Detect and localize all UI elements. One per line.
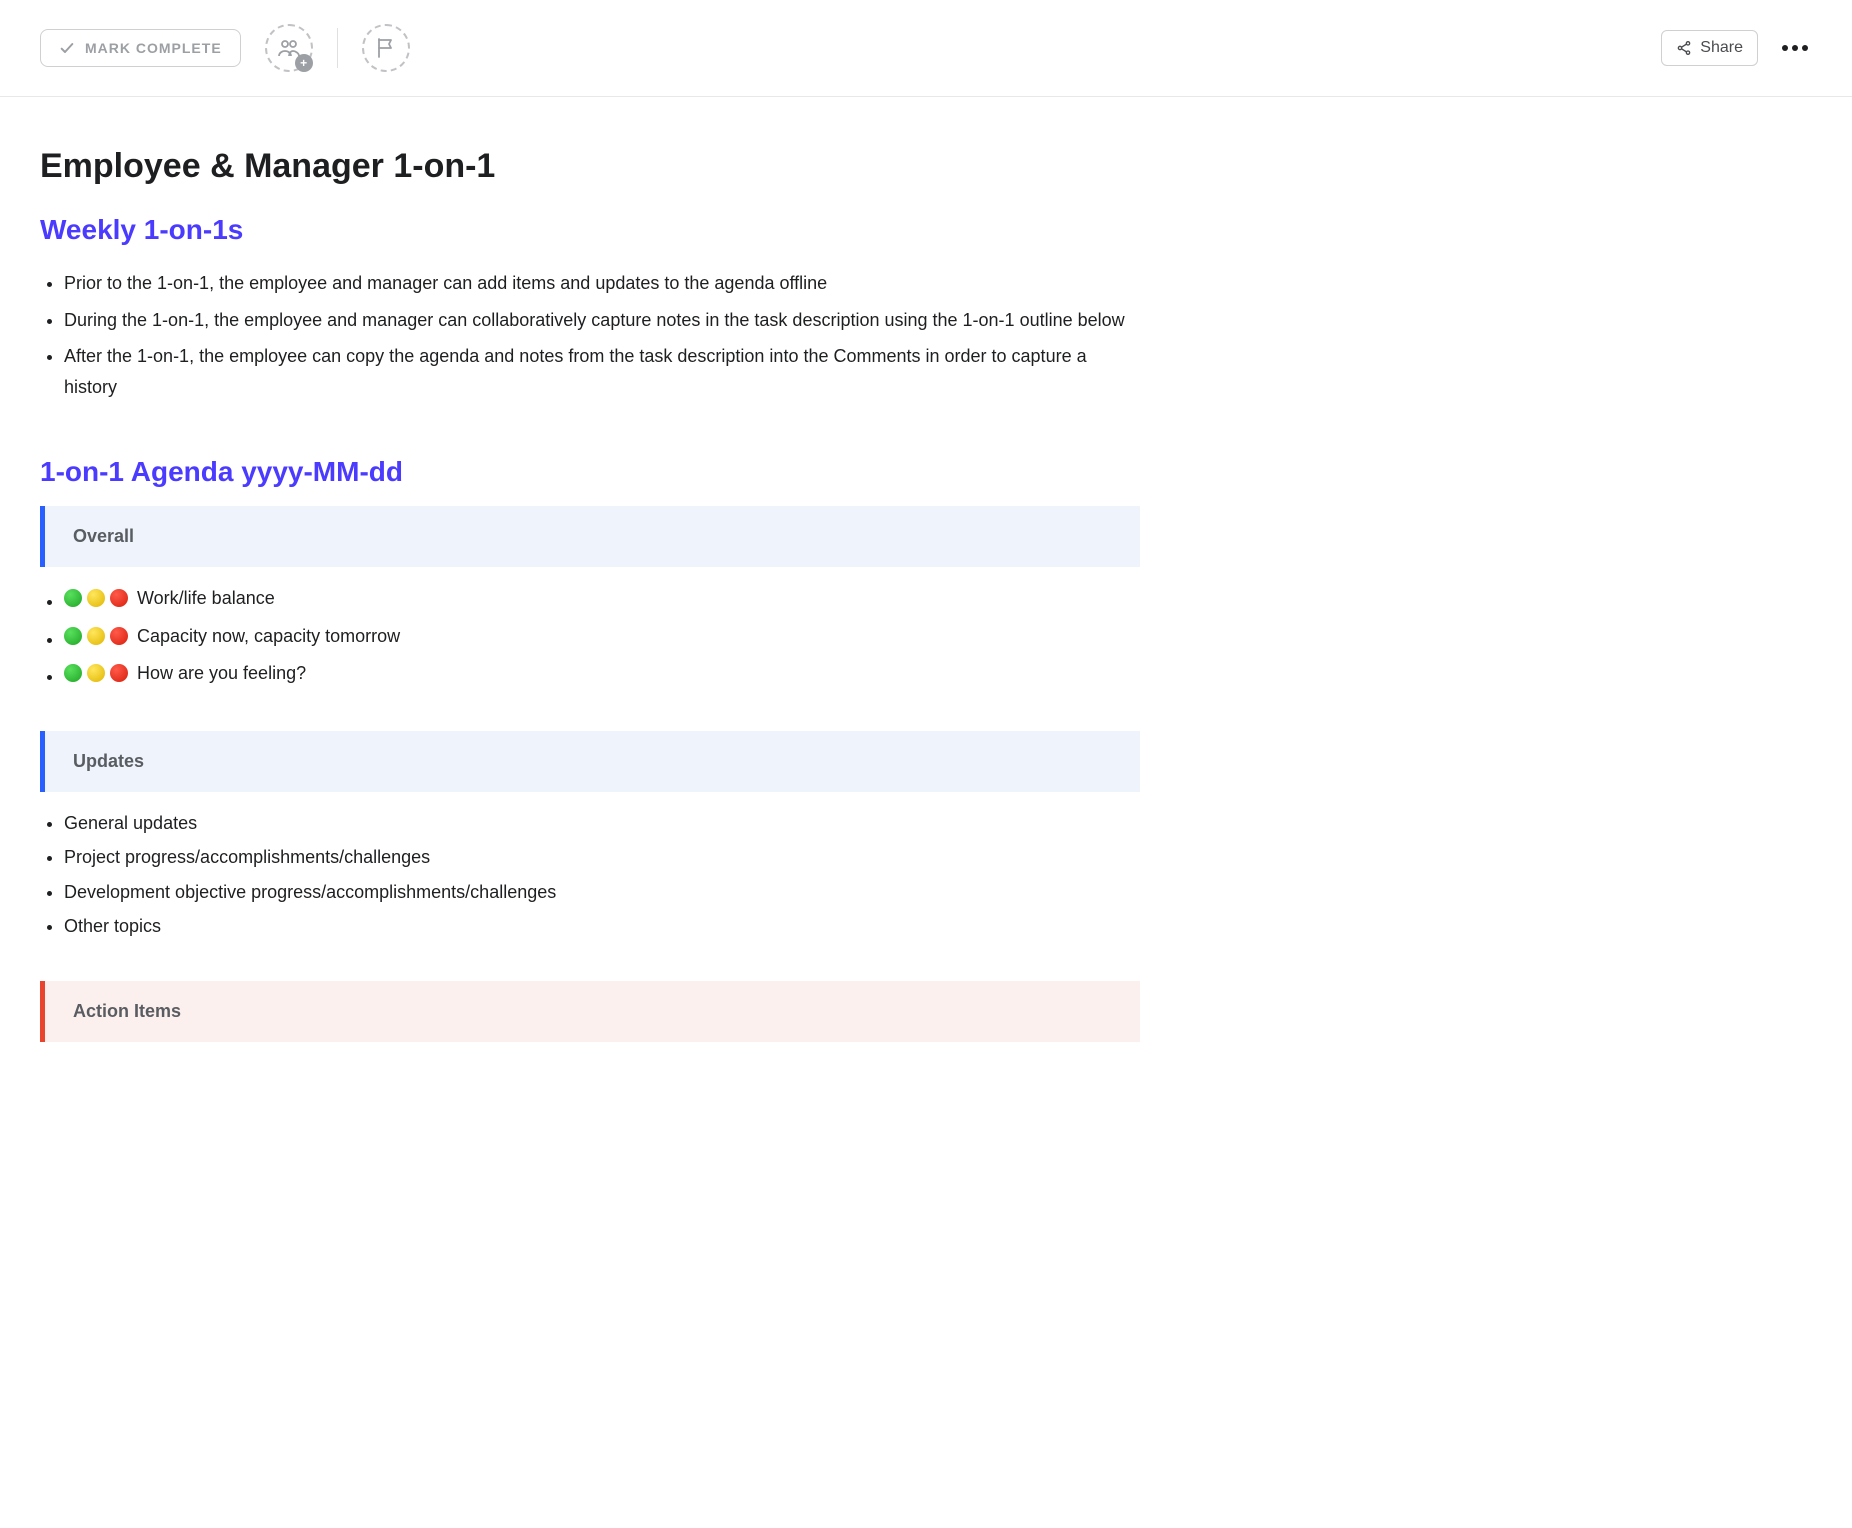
more-dot-icon: [1802, 45, 1808, 51]
status-circle-green-icon: [64, 589, 82, 607]
item-text: Capacity now, capacity tomorrow: [137, 619, 400, 653]
status-circle-red-icon: [110, 627, 128, 645]
status-circle-red-icon: [110, 589, 128, 607]
list-item: How are you feeling?: [64, 656, 1140, 693]
share-label: Share: [1700, 39, 1743, 57]
header-left: MARK COMPLETE +: [40, 24, 410, 72]
more-menu-button[interactable]: [1778, 41, 1812, 55]
overall-title: Overall: [73, 526, 1112, 547]
add-people-button[interactable]: +: [265, 24, 313, 72]
status-circle-green-icon: [64, 627, 82, 645]
header-bar: MARK COMPLETE +: [0, 0, 1852, 97]
overall-callout: Overall: [40, 506, 1140, 567]
status-circle-yellow-icon: [87, 627, 105, 645]
updates-list: General updates Project progress/accompl…: [40, 806, 1140, 943]
updates-title: Updates: [73, 751, 1112, 772]
status-circle-yellow-icon: [87, 589, 105, 607]
plus-icon: +: [295, 54, 313, 72]
more-dot-icon: [1792, 45, 1798, 51]
list-item: During the 1-on-1, the employee and mana…: [64, 305, 1140, 336]
status-circle-red-icon: [110, 664, 128, 682]
list-item: General updates: [64, 806, 1140, 840]
action-items-callout: Action Items: [40, 981, 1140, 1042]
action-items-title: Action Items: [73, 1001, 1112, 1022]
flag-icon: [374, 36, 398, 60]
status-circle-green-icon: [64, 664, 82, 682]
list-item: Other topics: [64, 909, 1140, 943]
weekly-heading: Weekly 1-on-1s: [40, 214, 1140, 246]
item-text: How are you feeling?: [137, 656, 306, 690]
list-item: Project progress/accomplishments/challen…: [64, 840, 1140, 874]
list-item: Development objective progress/accomplis…: [64, 875, 1140, 909]
weekly-list: Prior to the 1-on-1, the employee and ma…: [40, 268, 1140, 402]
item-text: Work/life balance: [137, 581, 275, 615]
more-dot-icon: [1782, 45, 1788, 51]
agenda-heading: 1-on-1 Agenda yyyy-MM-dd: [40, 456, 1140, 488]
mark-complete-label: MARK COMPLETE: [85, 40, 222, 56]
overall-list: Work/life balance Capacity now, capacity…: [40, 581, 1140, 693]
header-right: Share: [1661, 30, 1812, 66]
vertical-separator: [337, 28, 338, 68]
main-content: Employee & Manager 1-on-1 Weekly 1-on-1s…: [0, 97, 1180, 1136]
list-item: Capacity now, capacity tomorrow: [64, 619, 1140, 656]
updates-callout: Updates: [40, 731, 1140, 792]
check-icon: [59, 40, 75, 56]
mark-complete-button[interactable]: MARK COMPLETE: [40, 29, 241, 67]
status-circle-yellow-icon: [87, 664, 105, 682]
flag-button[interactable]: [362, 24, 410, 72]
list-item: After the 1-on-1, the employee can copy …: [64, 341, 1140, 402]
share-button[interactable]: Share: [1661, 30, 1758, 66]
page-title: Employee & Manager 1-on-1: [40, 147, 1140, 186]
share-icon: [1676, 40, 1692, 56]
list-item: Prior to the 1-on-1, the employee and ma…: [64, 268, 1140, 299]
list-item: Work/life balance: [64, 581, 1140, 618]
